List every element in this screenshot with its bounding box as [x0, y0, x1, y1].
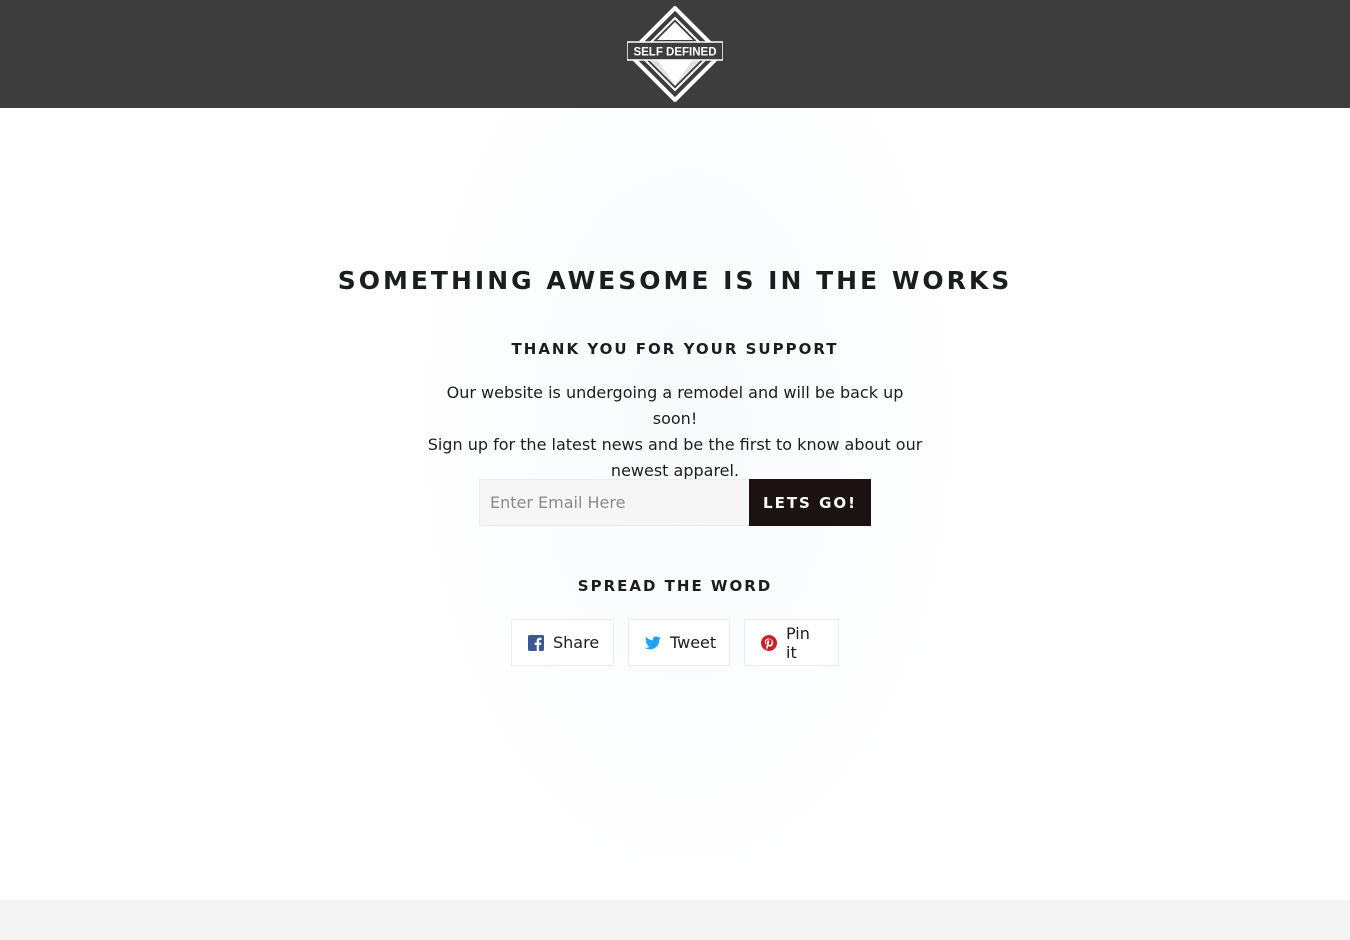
site-header: SELF DEFINED	[0, 0, 1350, 108]
tweet-button-label: Tweet	[670, 633, 717, 652]
facebook-share-button[interactable]: Share	[511, 619, 614, 666]
twitter-tweet-button[interactable]: Tweet	[628, 619, 730, 666]
pinterest-pin-button[interactable]: Pin it	[744, 619, 839, 666]
share-button-label: Share	[553, 633, 600, 652]
pinterest-icon	[761, 634, 777, 651]
spread-the-word-heading: Spread the word	[577, 577, 773, 595]
description-text: Our website is undergoing a remodel and …	[425, 380, 925, 484]
self-defined-logo: SELF DEFINED	[627, 6, 723, 102]
logo-wordmark: SELF DEFINED	[633, 47, 716, 59]
pin-it-button-label: Pin it	[786, 623, 810, 662]
description-line: Sign up for the latest news and be the f…	[427, 435, 923, 454]
support-subheading: Thank you for your support	[511, 340, 839, 358]
page-headline: Something awesome is in the works	[337, 266, 1013, 295]
newsletter-signup-form: Lets go!	[479, 479, 871, 526]
facebook-icon	[528, 634, 544, 651]
logo-link[interactable]: SELF DEFINED	[627, 6, 723, 102]
main-content: Something awesome is in the works Thank …	[0, 108, 1350, 900]
email-input[interactable]	[479, 479, 749, 526]
description-line: Our website is undergoing a remodel and …	[446, 383, 904, 428]
site-footer	[0, 900, 1350, 940]
social-share-buttons: Share Tweet Pin it	[0, 619, 1350, 666]
twitter-icon	[645, 635, 661, 651]
lets-go-button[interactable]: Lets go!	[749, 479, 871, 526]
